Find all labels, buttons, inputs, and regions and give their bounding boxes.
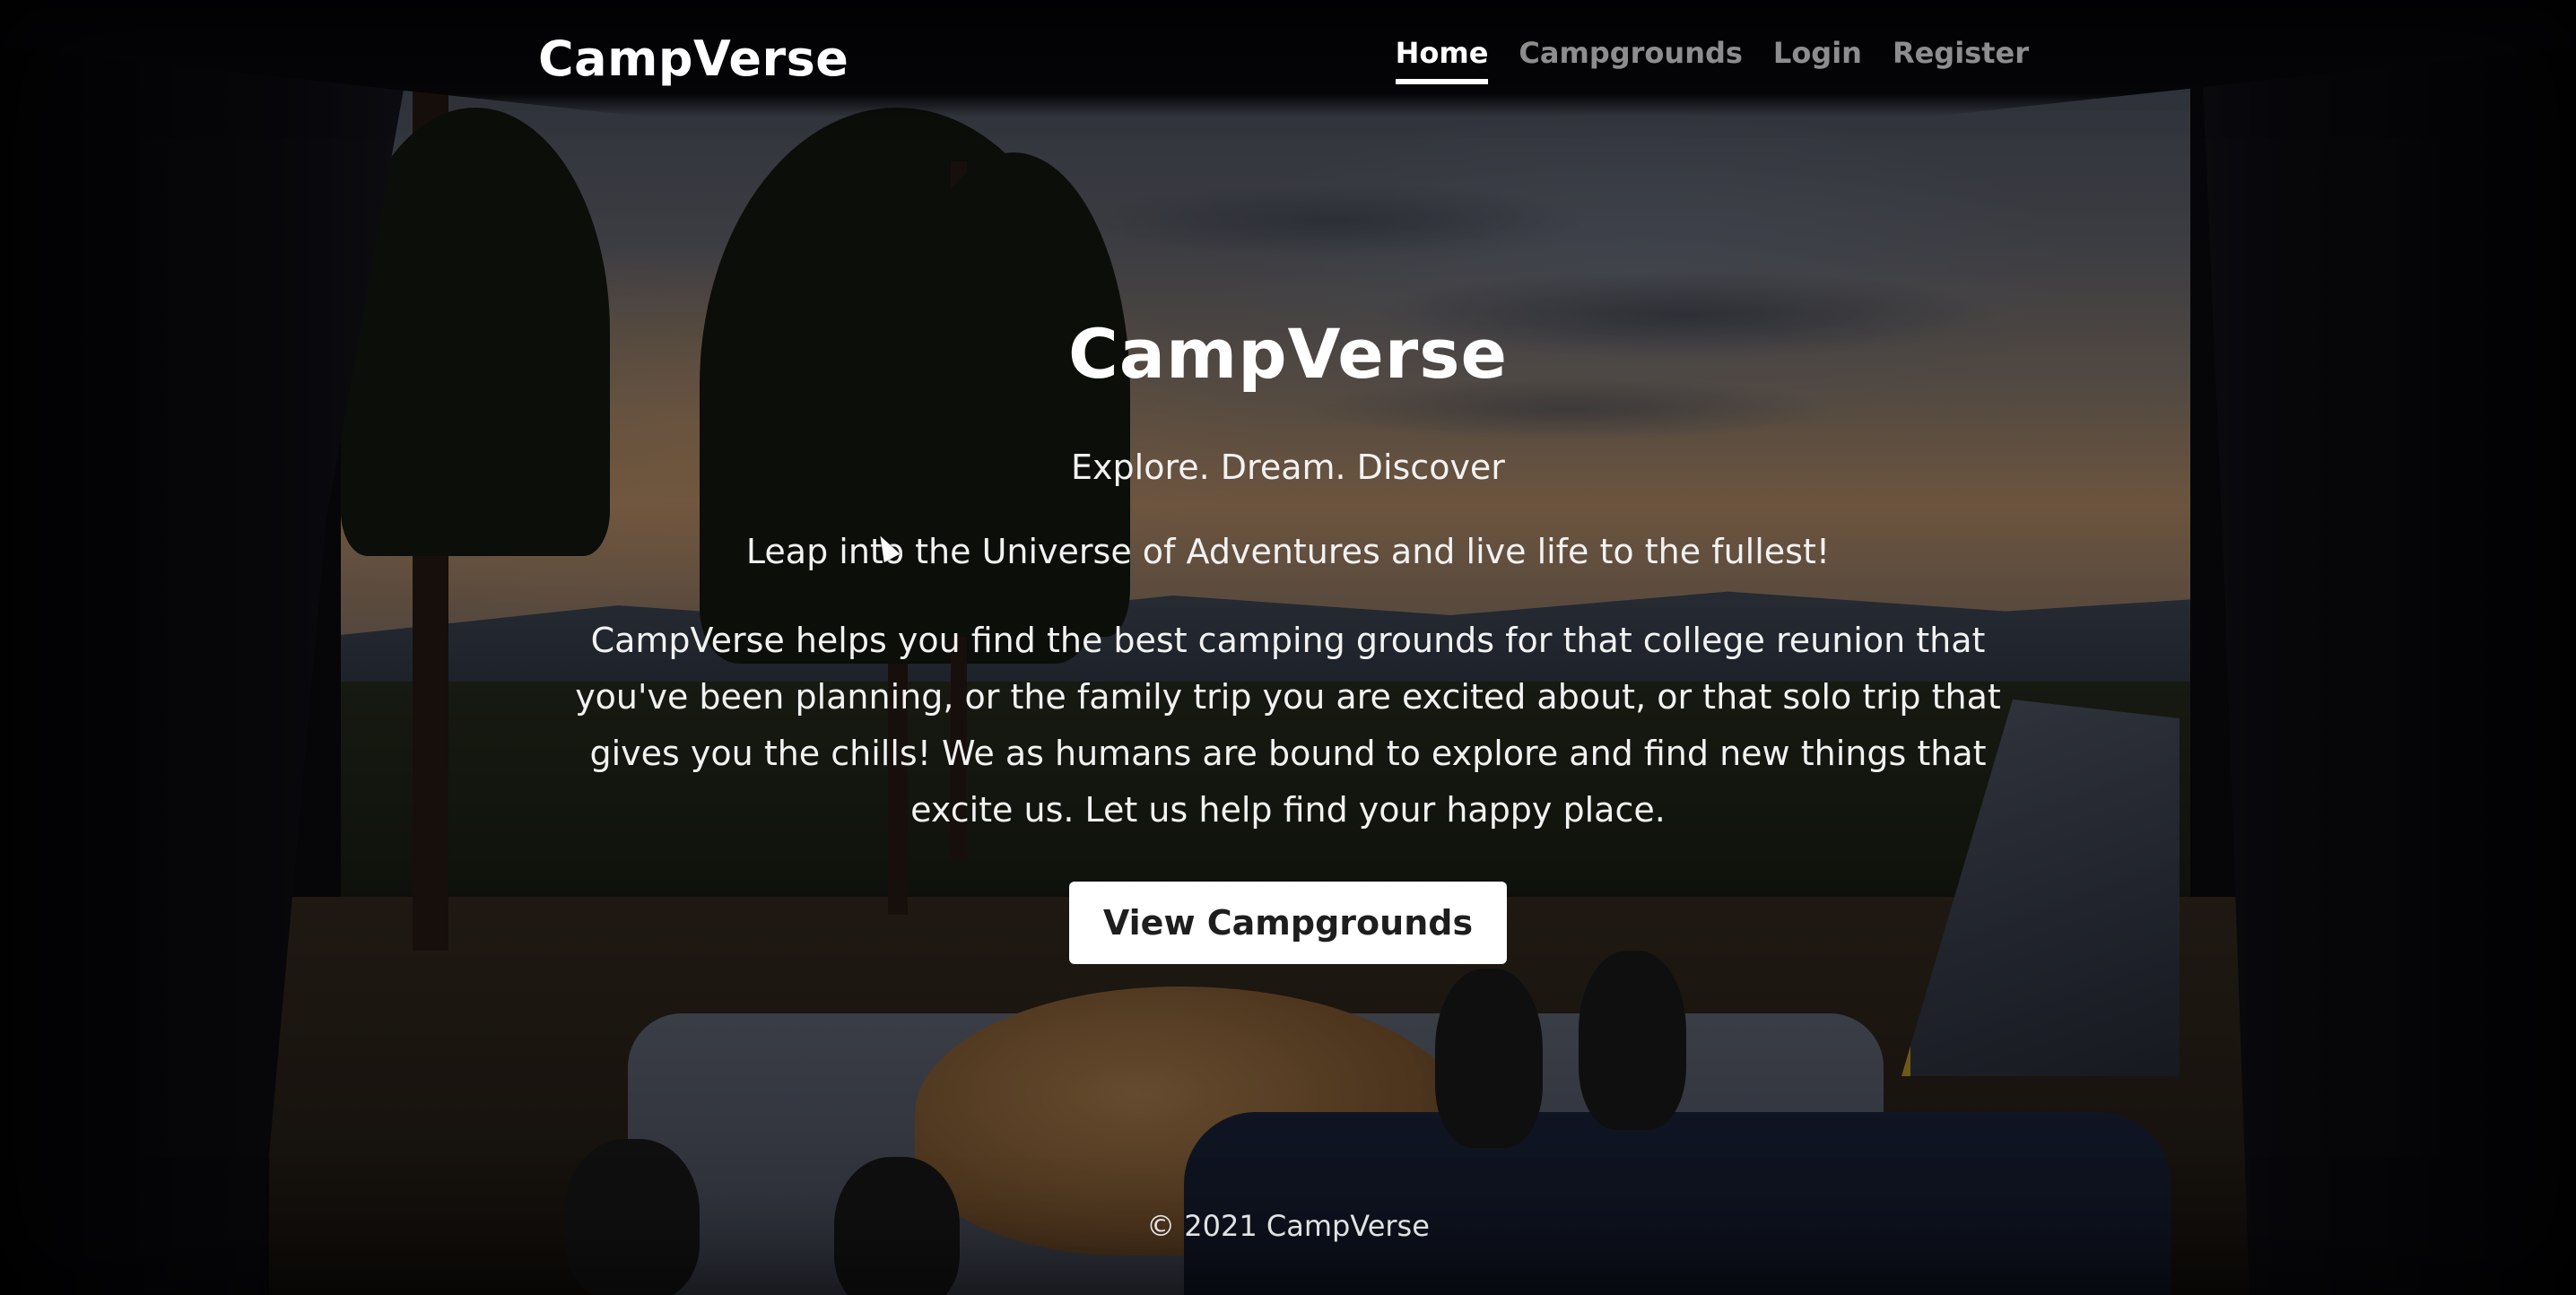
- nav-link-register[interactable]: Register: [1893, 36, 2029, 84]
- landing-page: CampVerse Home Campgrounds Login Registe…: [0, 0, 2576, 1295]
- hero-description: CampVerse helps you find the best campin…: [575, 621, 2001, 830]
- nav-link-campgrounds[interactable]: Campgrounds: [1519, 36, 1743, 84]
- brand-logo[interactable]: CampVerse: [538, 30, 849, 87]
- hero-section: CampVerse Explore. Dream. Discover Leap …: [556, 314, 2020, 964]
- hero-tagline: Explore. Dream. Discover: [1071, 448, 1505, 487]
- view-campgrounds-button[interactable]: View Campgrounds: [1068, 882, 1508, 964]
- nav-link-login[interactable]: Login: [1773, 36, 1862, 84]
- navbar: CampVerse Home Campgrounds Login Registe…: [0, 0, 2576, 117]
- hero-lead: Leap into the Universe of Adventures and…: [745, 532, 1831, 571]
- footer: © 2021 CampVerse: [1146, 1209, 1430, 1243]
- nav-links: Home Campgrounds Login Register: [1395, 36, 2029, 84]
- hero-title: CampVerse: [1067, 314, 1509, 394]
- nav-link-home[interactable]: Home: [1395, 36, 1489, 84]
